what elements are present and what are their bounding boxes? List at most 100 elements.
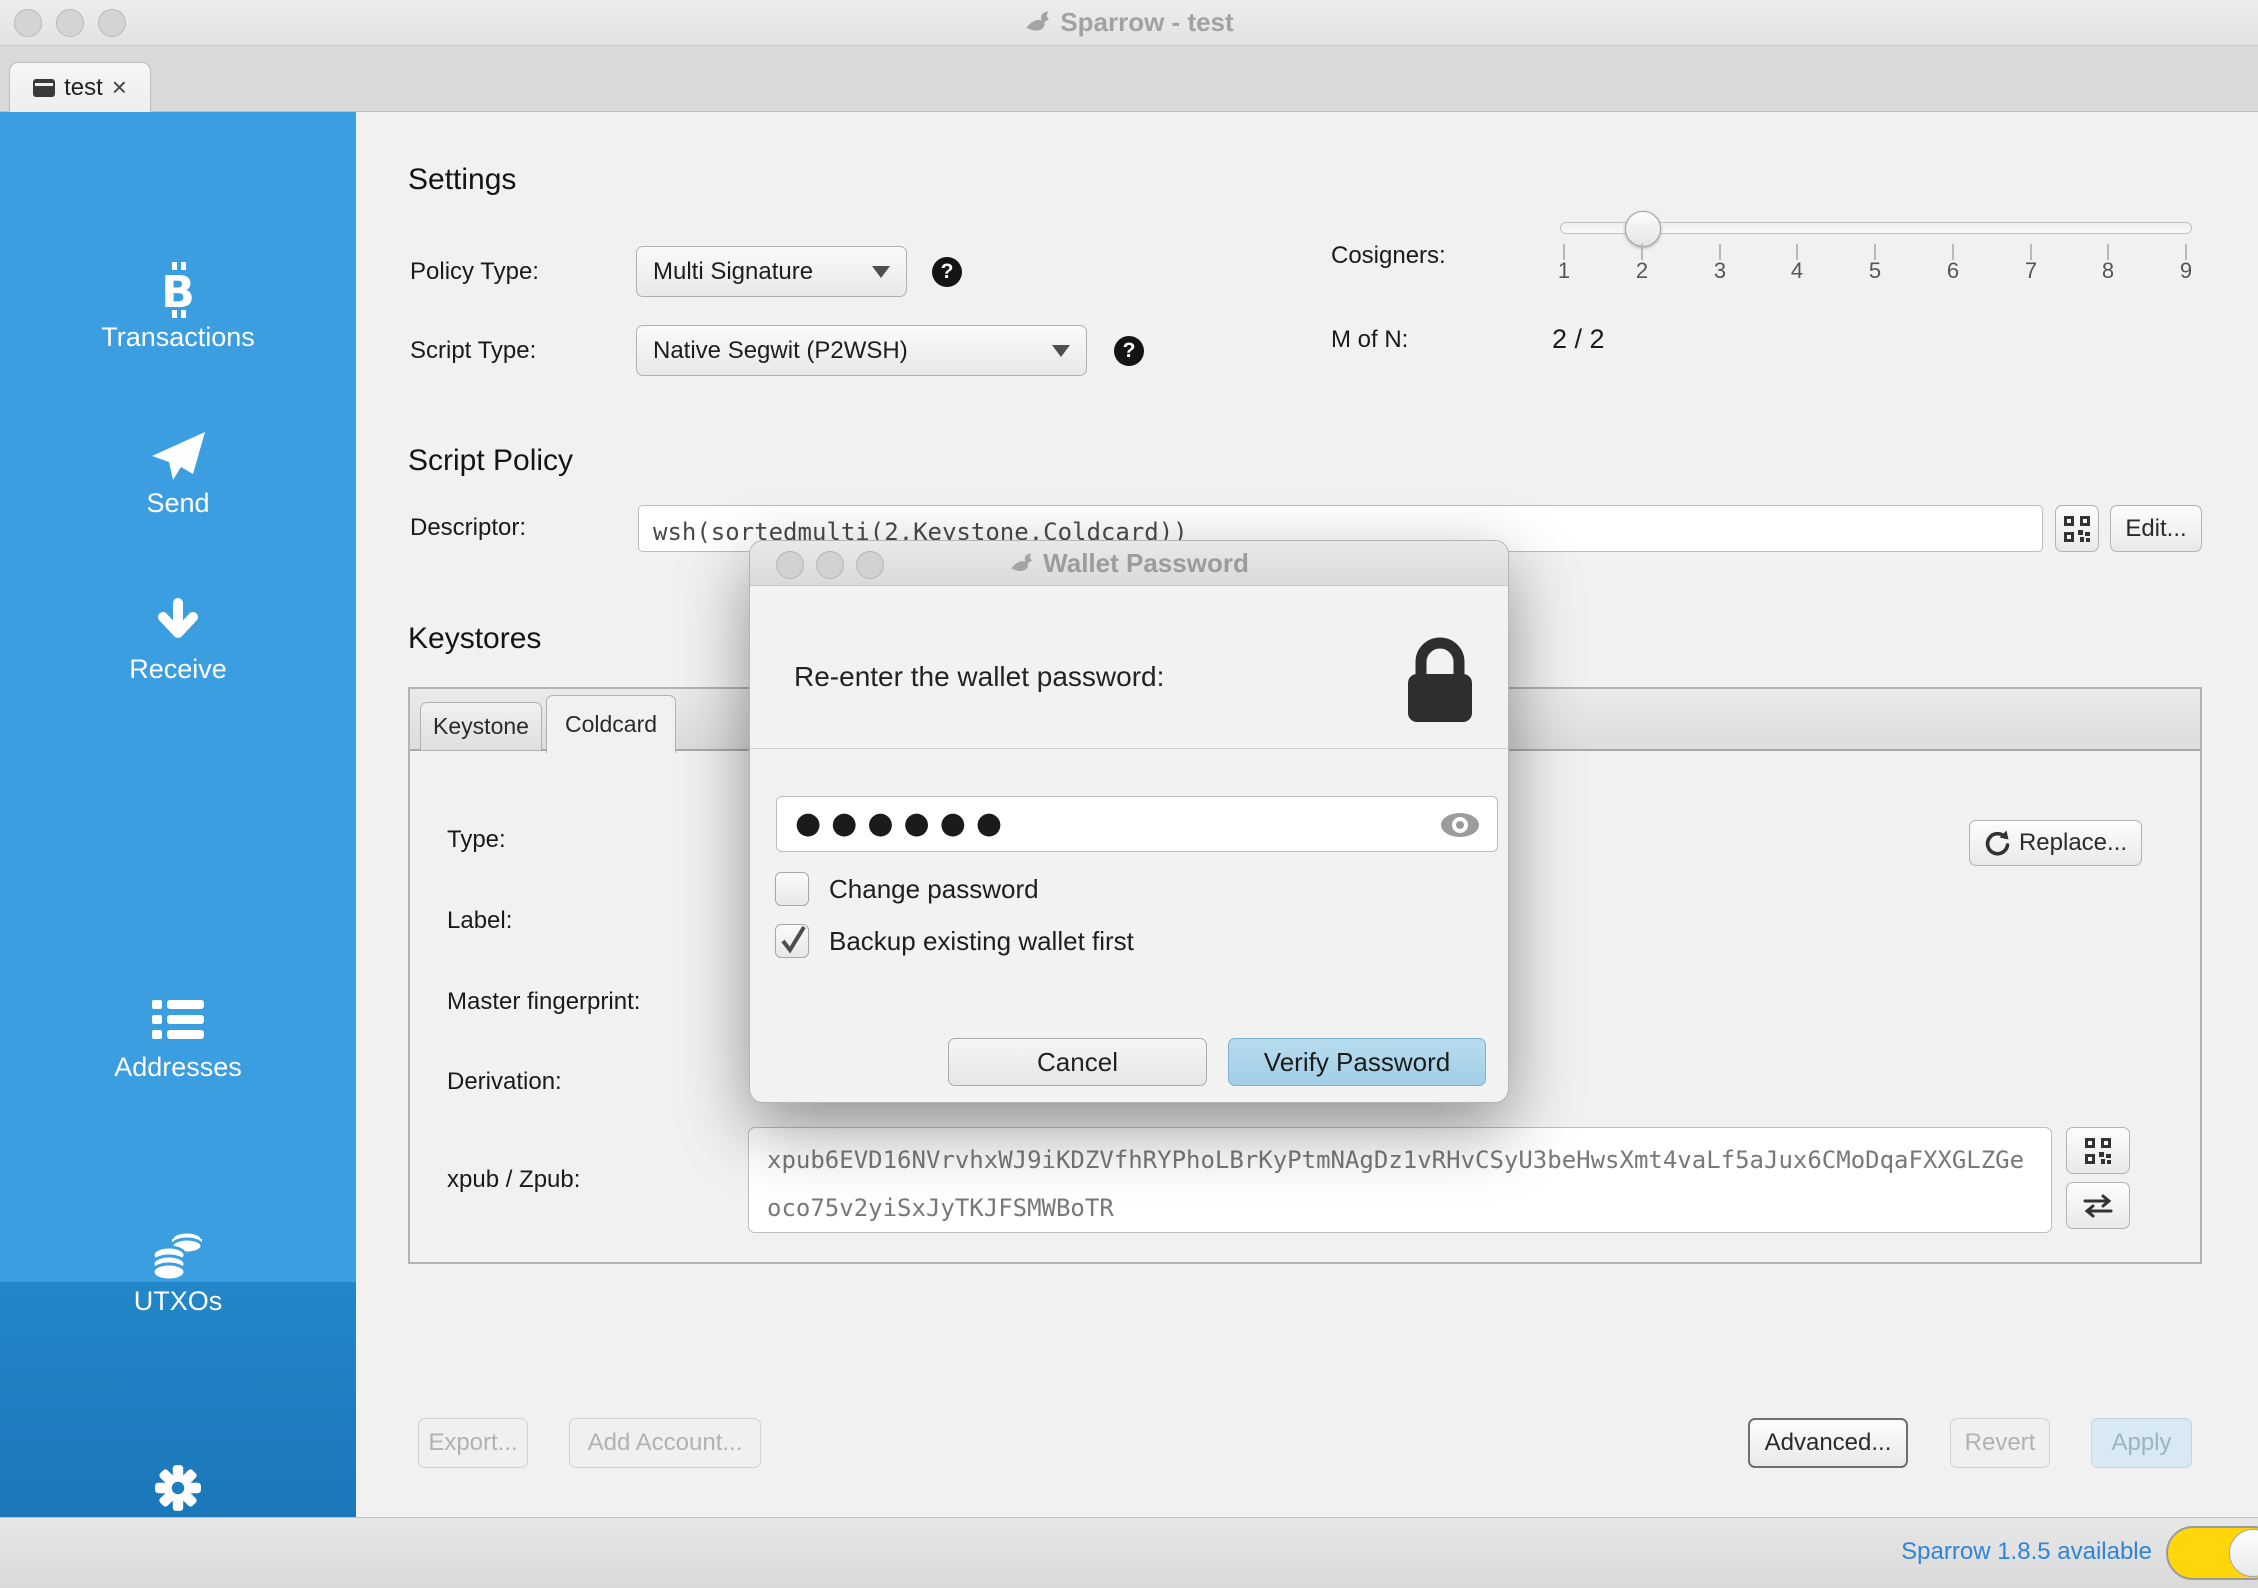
cosigners-slider-handle[interactable]: [1625, 211, 1661, 247]
arrow-down-icon: [0, 594, 356, 650]
keystone-tab-label: Keystone: [433, 713, 529, 740]
script-policy-heading: Script Policy: [408, 444, 573, 478]
tick-label-7: 7: [2011, 258, 2051, 284]
wallet-tab-test[interactable]: test ×: [9, 62, 151, 112]
chevron-down-icon: [872, 266, 890, 278]
cosigners-label: Cosigners:: [1331, 242, 1446, 270]
paper-plane-icon: [0, 428, 356, 484]
coins-icon: [0, 1226, 356, 1282]
verify-password-button-label: Verify Password: [1264, 1047, 1450, 1078]
settings-heading: Settings: [408, 163, 516, 197]
sparrow-app-window: Sparrow - test test × B Transactions Sen…: [0, 0, 2258, 1588]
revert-button-label: Revert: [1965, 1429, 2036, 1457]
add-account-button-label: Add Account...: [588, 1429, 743, 1457]
keystore-fingerprint-label: Master fingerprint:: [447, 988, 640, 1016]
dialog-title-group: Wallet Password: [750, 541, 1508, 586]
checkmark-icon: [776, 919, 810, 957]
keystore-label-label: Label:: [447, 907, 512, 935]
sidebar-item-transactions[interactable]: B Transactions: [0, 262, 356, 353]
undo-arrow-icon: [1984, 830, 2010, 856]
dialog-titlebar: Wallet Password: [750, 541, 1508, 586]
tick-label-4: 4: [1777, 258, 1817, 284]
xpub-switch-format-button[interactable]: [2066, 1182, 2130, 1229]
descriptor-edit-button[interactable]: Edit...: [2110, 505, 2202, 552]
window-title: Sparrow - test: [1060, 7, 1233, 38]
password-prompt: Re-enter the wallet password:: [794, 661, 1164, 693]
add-account-button[interactable]: Add Account...: [569, 1418, 761, 1468]
xpub-value: xpub6EVD16NVrvhxWJ9iKDZVfhRYPhoLBrKyPtmN…: [767, 1136, 2037, 1232]
revert-button[interactable]: Revert: [1950, 1418, 2050, 1468]
gear-icon: [0, 1460, 356, 1516]
policy-type-label: Policy Type:: [410, 258, 539, 286]
verify-password-button[interactable]: Verify Password: [1228, 1038, 1486, 1086]
tick-label-2: 2: [1622, 258, 1662, 284]
change-password-checkbox[interactable]: [775, 872, 809, 906]
m-of-n-value: 2 / 2: [1552, 324, 1605, 355]
password-mask: ●●●●●●: [795, 806, 1012, 841]
cancel-button[interactable]: Cancel: [948, 1038, 1207, 1086]
keystore-tab-keystone[interactable]: Keystone: [420, 702, 542, 751]
keystore-xpub-label: xpub / Zpub:: [447, 1166, 580, 1194]
backup-wallet-label: Backup existing wallet first: [829, 926, 1134, 957]
tick-label-8: 8: [2088, 258, 2128, 284]
advanced-button[interactable]: Advanced...: [1748, 1418, 1908, 1468]
export-button-label: Export...: [428, 1429, 517, 1457]
bitcoin-icon: B: [0, 262, 356, 318]
qr-code-icon: [2085, 1138, 2111, 1164]
change-password-row: Change password: [775, 871, 1039, 907]
sidebar-item-label: UTXOs: [0, 1286, 356, 1317]
replace-button-label: Replace...: [2019, 829, 2127, 857]
wallet-password-dialog: Wallet Password Re-enter the wallet pass…: [749, 540, 1509, 1103]
tick-label-6: 6: [1933, 258, 1973, 284]
show-password-eye-icon[interactable]: [1439, 811, 1481, 839]
keystores-heading: Keystores: [408, 622, 541, 656]
sidebar-item-addresses[interactable]: Addresses: [0, 992, 356, 1083]
wallet-icon: [33, 79, 55, 97]
window-titlebar: Sparrow - test: [0, 0, 2258, 46]
script-type-dropdown[interactable]: Native Segwit (P2WSH): [636, 325, 1087, 376]
sidebar-item-receive[interactable]: Receive: [0, 594, 356, 685]
tick-label-5: 5: [1855, 258, 1895, 284]
list-icon: [0, 992, 356, 1048]
statusbar-toggle[interactable]: [2166, 1526, 2258, 1580]
update-available-link[interactable]: Sparrow 1.8.5 available: [1901, 1538, 2152, 1566]
toggle-knob: [2229, 1529, 2258, 1577]
coldcard-tab-label: Coldcard: [565, 711, 657, 738]
script-type-help-icon[interactable]: ?: [1114, 336, 1144, 366]
wallet-tabstrip: test ×: [0, 46, 2258, 112]
policy-type-dropdown[interactable]: Multi Signature: [636, 246, 907, 297]
keystore-tab-coldcard[interactable]: Coldcard: [546, 695, 676, 753]
sidebar-item-label: Send: [0, 488, 356, 519]
sidebar-item-label: Transactions: [0, 322, 356, 353]
m-of-n-label: M of N:: [1331, 326, 1408, 354]
keystore-type-label: Type:: [447, 826, 506, 854]
backup-wallet-checkbox[interactable]: [775, 924, 809, 958]
sparrow-bird-icon: [1024, 10, 1050, 36]
sidebar-item-utxos[interactable]: UTXOs: [0, 1226, 356, 1317]
sidebar: B Transactions Send Receive Addresses: [0, 112, 356, 1517]
tab-close-icon[interactable]: ×: [112, 72, 127, 103]
svg-text:B: B: [161, 267, 195, 318]
qr-code-icon: [2064, 516, 2090, 542]
apply-button[interactable]: Apply: [2091, 1418, 2192, 1468]
policy-type-help-icon[interactable]: ?: [932, 257, 962, 287]
descriptor-label: Descriptor:: [410, 514, 526, 542]
sidebar-item-send[interactable]: Send: [0, 428, 356, 519]
tick-label-3: 3: [1700, 258, 1740, 284]
change-password-label: Change password: [829, 874, 1039, 905]
tick-label-1: 1: [1544, 258, 1584, 284]
export-button[interactable]: Export...: [418, 1418, 528, 1468]
policy-type-value: Multi Signature: [653, 258, 813, 286]
keystore-replace-button[interactable]: Replace...: [1969, 820, 2142, 866]
cancel-button-label: Cancel: [1037, 1047, 1118, 1078]
xpub-textarea[interactable]: xpub6EVD16NVrvhxWJ9iKDZVfhRYPhoLBrKyPtmN…: [748, 1127, 2052, 1233]
keystore-derivation-label: Derivation:: [447, 1068, 562, 1096]
lock-icon: [1405, 634, 1475, 726]
xpub-qr-button[interactable]: [2066, 1127, 2130, 1174]
descriptor-qr-button[interactable]: [2055, 505, 2099, 552]
edit-button-label: Edit...: [2125, 515, 2186, 543]
chevron-down-icon: [1052, 345, 1070, 357]
password-input[interactable]: ●●●●●●: [776, 796, 1498, 852]
apply-button-label: Apply: [2111, 1429, 2171, 1457]
advanced-button-label: Advanced...: [1765, 1429, 1892, 1457]
